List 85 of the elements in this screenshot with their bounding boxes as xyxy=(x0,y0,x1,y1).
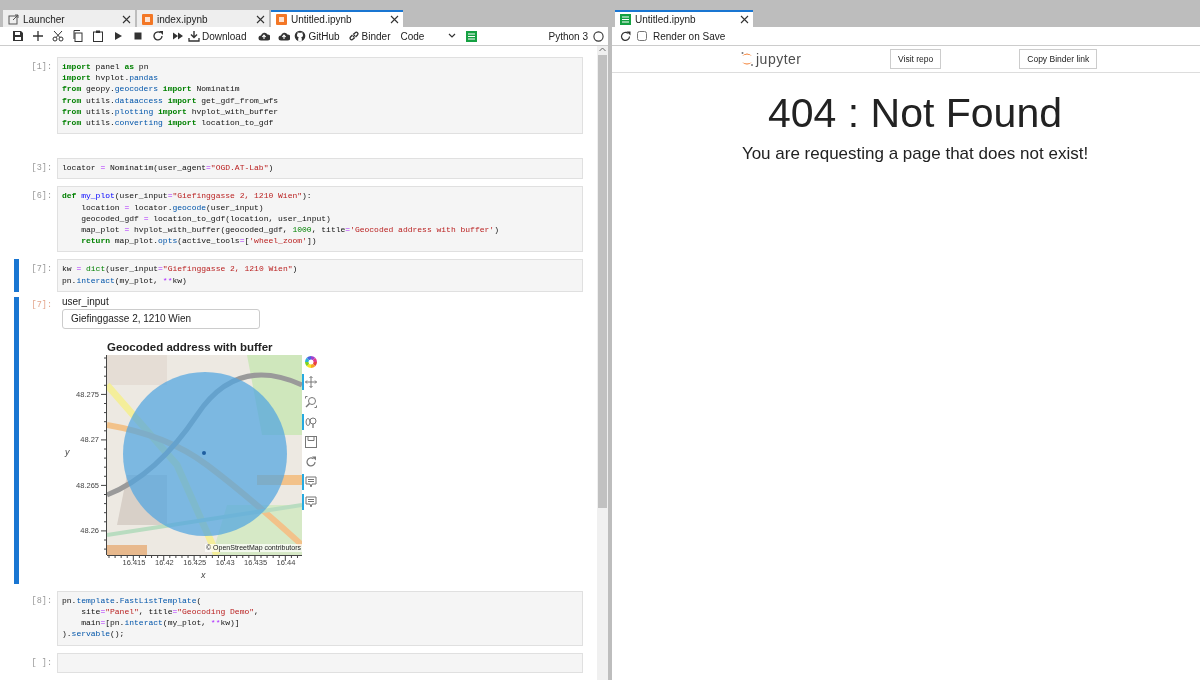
caret-icon xyxy=(448,33,457,39)
tab[interactable]: index.ipynb xyxy=(137,10,269,27)
notebook-icon xyxy=(276,14,287,25)
scrollbar[interactable] xyxy=(597,46,608,680)
cloud-icon[interactable] xyxy=(278,30,291,42)
plot-title: Geocoded address with buffer xyxy=(107,340,273,353)
spreadsheet-icon xyxy=(620,14,631,25)
code-editor[interactable] xyxy=(57,57,583,135)
fast-forward-icon[interactable] xyxy=(172,30,184,42)
input-prompt: [6]: xyxy=(30,190,53,202)
scissors-icon[interactable] xyxy=(52,30,64,42)
y-axis-label: y xyxy=(65,446,70,457)
github-icon xyxy=(294,30,307,42)
paste-icon[interactable] xyxy=(92,30,104,42)
text-input-field[interactable]: Giefinggasse 2, 1210 Wien xyxy=(62,308,260,329)
bokeh-logo-icon[interactable] xyxy=(305,355,317,368)
reset-icon[interactable] xyxy=(305,455,317,468)
link-icon xyxy=(347,30,360,42)
code-line: from utils.converting import location_to_gdf xyxy=(62,117,275,129)
copy-icon[interactable] xyxy=(72,30,84,42)
logo-text: jupyter xyxy=(756,51,802,67)
toolbar-button[interactable]: GitHub xyxy=(294,30,340,42)
error-message: You are requesting a page that does not exist! xyxy=(740,144,1090,164)
code-line: kw = dict(user_input="Giefinggasse 2, 1210 Wien") xyxy=(62,263,299,275)
stop-icon[interactable] xyxy=(132,30,144,42)
code-line: def my_plot(user_input="Giefinggasse 2, 1210 Wien"): xyxy=(62,190,313,202)
code-editor[interactable]: kw = dict(user_input="Giefinggasse 2, 1210 Wien") pn.interact(my_plot, **kw) xyxy=(57,259,583,292)
code-line: location = locator.geocode(user_input) xyxy=(80,201,265,213)
code-line: locator = Nominatim(user_agent="OGD.AT-Lab") xyxy=(62,162,275,174)
spreadsheet-icon[interactable] xyxy=(466,30,478,42)
add-icon[interactable] xyxy=(32,30,44,42)
input-prompt: [8]: xyxy=(30,594,53,606)
code-line: import panel as pn xyxy=(62,61,150,73)
error-heading: 404 : Not Found xyxy=(767,91,1063,135)
cell-selection-bar[interactable] xyxy=(14,296,19,584)
code-editor[interactable] xyxy=(57,186,583,253)
code-editor[interactable]: pn.template.FastListTemplate( site="Panel", title="Geocoding Demo", main=[pn.interact(my_plot, **kw)] ).servable(); xyxy=(57,590,583,646)
save-icon[interactable] xyxy=(12,30,24,42)
input-prompt: [3]: xyxy=(30,162,53,174)
play-icon[interactable] xyxy=(112,30,124,42)
checkbox-label[interactable]: Render on Save xyxy=(653,30,726,42)
input-prompt: [7]: xyxy=(30,263,53,275)
code-line: from utils.plotting import hvplot_with_buffer xyxy=(62,105,280,117)
header-button[interactable]: Copy Binder link xyxy=(1019,49,1098,69)
code-editor[interactable]: locator = Nominatim(user_agent="OGD.AT-Lab") xyxy=(57,158,583,180)
kernel-name[interactable]: Python 3 xyxy=(548,30,588,42)
cloud-icon[interactable] xyxy=(258,30,271,42)
header-button[interactable]: Visit repo xyxy=(890,49,942,69)
code-line: main=[pn.interact(my_plot, **kw)] xyxy=(80,617,241,629)
code-line: pn.interact(my_plot, **kw) xyxy=(62,274,188,286)
code-line: geocoded_gdf = location_to_gdf(location, user_input) xyxy=(80,212,332,225)
code-line: ).servable(); xyxy=(62,628,126,640)
x-axis-label: x xyxy=(201,569,206,580)
box-zoom-icon[interactable] xyxy=(305,395,317,408)
download-icon xyxy=(188,30,200,42)
launcher-icon xyxy=(8,14,19,25)
code-line: map_plot = hvplot_with_buffer(geocoded_gdf, 1000, title='Geocoded address with buffer') xyxy=(80,224,500,236)
cell-type-dropdown[interactable]: Code xyxy=(400,30,457,42)
refresh-icon[interactable] xyxy=(620,30,631,42)
field-label: user_input xyxy=(62,296,110,309)
logo-icon xyxy=(740,51,754,67)
output-prompt: [7]: xyxy=(30,298,53,310)
code-line: return map_plot.opts(active_tools=['wheel_zoom']) xyxy=(80,235,318,247)
kernel-status-icon xyxy=(593,30,604,42)
cell-selection-bar[interactable] xyxy=(14,259,19,292)
tab[interactable]: Untitled.ipynb xyxy=(615,10,753,27)
code-line: from geopy.geocoders import Nominatim xyxy=(62,83,241,95)
input-prompt: [1]: xyxy=(30,61,53,72)
close-icon[interactable] xyxy=(122,15,131,24)
close-icon[interactable] xyxy=(256,15,265,24)
code-line: site="Panel", title="Geocoding Demo", xyxy=(80,606,260,618)
toolbar-button[interactable]: Download xyxy=(188,30,247,42)
code-line: from utils.dataaccess import get_gdf_from_wfs xyxy=(62,94,280,106)
tab[interactable]: Untitled.ipynb xyxy=(271,10,403,27)
scrollbar-thumb[interactable] xyxy=(598,55,607,508)
notebook-icon xyxy=(142,14,153,25)
render-on-save-checkbox[interactable] xyxy=(637,31,647,41)
close-icon[interactable] xyxy=(390,15,399,24)
code-line: pn.template.FastListTemplate( xyxy=(62,594,203,607)
toolbar-button[interactable]: Binder xyxy=(347,30,391,42)
restart-icon[interactable] xyxy=(152,30,164,42)
close-icon[interactable] xyxy=(740,15,749,24)
tab[interactable]: Launcher xyxy=(3,10,135,27)
code-line: import hvplot.pandas xyxy=(62,72,160,84)
input-prompt: [ ]: xyxy=(30,656,53,668)
